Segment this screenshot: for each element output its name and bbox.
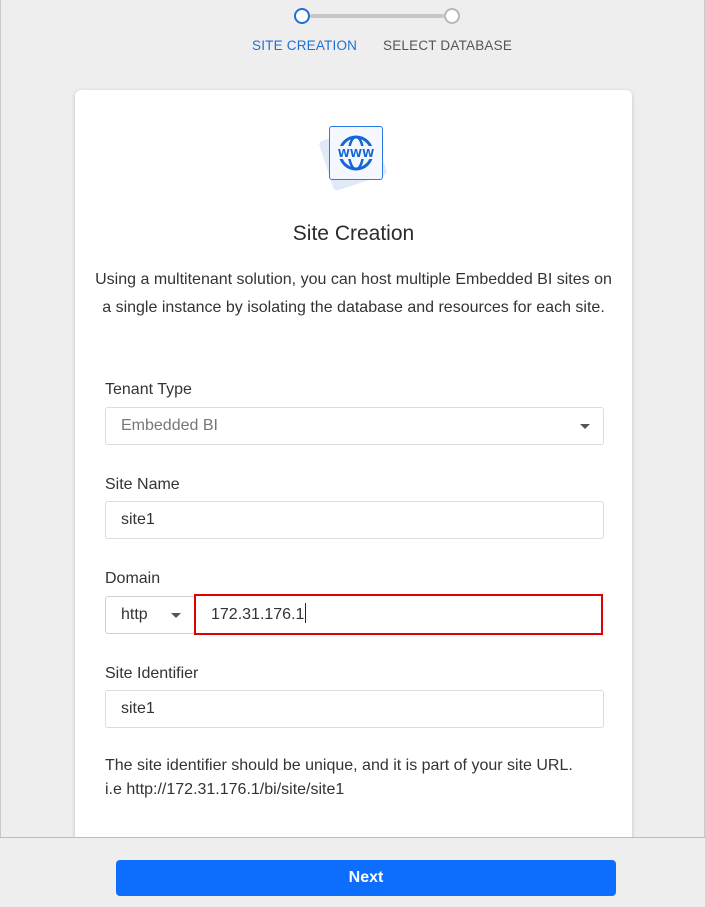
footer-bar: Next — [0, 837, 705, 907]
site-name-input[interactable]: site1 — [105, 501, 604, 539]
domain-value: 172.31.176.1 — [211, 606, 305, 623]
next-button[interactable]: Next — [116, 860, 616, 896]
tenant-type-label: Tenant Type — [105, 381, 192, 398]
site-identifier-hint: The site identifier should be unique, an… — [105, 754, 615, 802]
tenant-type-select[interactable]: Embedded BI — [105, 407, 604, 445]
chevron-down-icon — [580, 424, 590, 429]
domain-input[interactable]: 172.31.176.1 — [194, 594, 603, 635]
page-description: Using a multitenant solution, you can ho… — [95, 271, 612, 316]
chevron-down-icon — [171, 613, 181, 618]
step-label-site-creation: SITE CREATION — [252, 38, 358, 53]
site-identifier-input[interactable]: site1 — [105, 690, 604, 728]
page-title: Site Creation — [292, 222, 415, 245]
step-indicator-site-creation — [294, 8, 310, 24]
wizard-stepper: SITE CREATION SELECT DATABASE — [0, 0, 705, 70]
svg-text:WWW: WWW — [338, 147, 374, 160]
protocol-value: http — [121, 606, 148, 623]
stepper-connector — [310, 14, 444, 18]
step-indicator-select-database — [444, 8, 460, 24]
site-creation-card: WWW Site Creation Using a multitenant so… — [75, 90, 632, 850]
domain-label: Domain — [105, 570, 161, 587]
tenant-type-value: Embedded BI — [121, 417, 218, 434]
www-globe-icon: WWW — [318, 122, 393, 192]
step-label-select-database: SELECT DATABASE — [383, 38, 513, 53]
hint-line-1: The site identifier should be unique, an… — [105, 757, 573, 774]
protocol-select[interactable]: http — [105, 596, 195, 634]
hint-line-2: i.e http://172.31.176.1/bi/site/site1 — [105, 781, 345, 798]
site-name-label: Site Name — [105, 476, 180, 493]
text-cursor — [305, 603, 307, 623]
site-identifier-label: Site Identifier — [105, 665, 199, 682]
